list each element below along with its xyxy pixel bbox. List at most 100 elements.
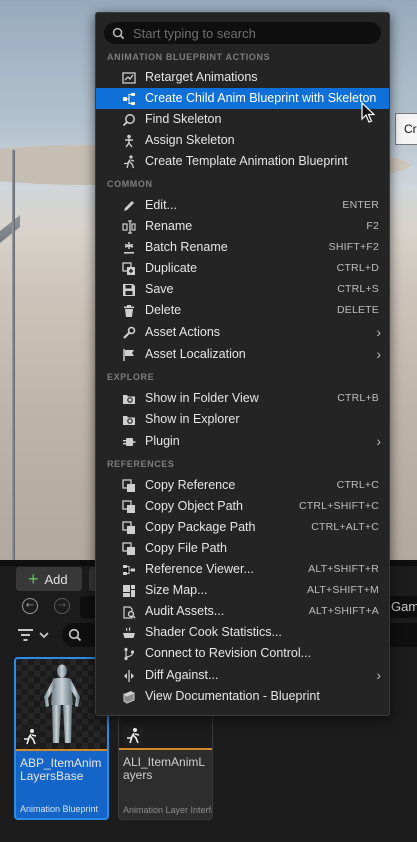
add-button-label: Add <box>44 571 68 587</box>
menu-item-view-documentation[interactable]: View Documentation - Blueprint <box>96 686 389 707</box>
light-pole <box>12 150 15 560</box>
path-bar-right <box>388 623 417 647</box>
menu-item-copy-reference[interactable]: Copy Reference CTRL+C <box>96 475 389 496</box>
chevron-right-icon: › <box>376 346 381 362</box>
asterisk-icon <box>121 240 136 255</box>
text-cursor-icon <box>121 219 136 234</box>
filter-icon[interactable] <box>18 627 54 643</box>
path-segment-game[interactable]: Gam <box>388 596 417 618</box>
floppy-icon <box>121 282 136 297</box>
menu-item-rename[interactable]: Rename F2 <box>96 216 389 237</box>
asset-type-label: Animation Blueprint <box>20 804 99 814</box>
menu-item-save[interactable]: Save CTRL+S <box>96 279 389 300</box>
shortcut-label: CTRL+B <box>337 392 379 404</box>
menu-item-duplicate[interactable]: Duplicate CTRL+D <box>96 258 389 279</box>
shortcut-label: ALT+SHIFT+M <box>306 584 379 596</box>
running-figure-icon <box>121 154 136 169</box>
book-icon <box>121 689 136 704</box>
copy-icon <box>121 520 136 535</box>
shortcut-label: CTRL+ALT+C <box>311 521 379 533</box>
asset-type-stripe <box>119 748 212 750</box>
copy-icon <box>121 499 136 514</box>
plugin-icon <box>121 434 136 449</box>
flag-icon <box>121 347 136 362</box>
menu-item-connect-revision-control[interactable]: Connect to Revision Control... <box>96 643 389 664</box>
menu-item-create-template-anim-blueprint[interactable]: Create Template Animation Blueprint <box>96 151 389 172</box>
section-header-common: COMMON <box>107 179 153 189</box>
asset-context-menu: ANIMATION BLUEPRINT ACTIONS Retarget Ani… <box>95 12 390 716</box>
menu-item-retarget-animations[interactable]: Retarget Animations <box>96 67 389 88</box>
menu-item-create-child-anim-blueprint[interactable]: Create Child Anim Blueprint with Skeleto… <box>96 88 389 109</box>
asset-type-stripe <box>16 749 107 751</box>
pencil-icon <box>121 198 136 213</box>
trash-icon <box>121 303 136 318</box>
shortcut-label: CTRL+D <box>336 262 379 274</box>
shortcut-label: ALT+SHIFT+A <box>308 605 379 617</box>
size-map-icon <box>121 583 136 598</box>
forward-arrow-icon[interactable]: → <box>54 598 70 614</box>
menu-item-delete[interactable]: Delete DELETE <box>96 300 389 321</box>
mouse-cursor-icon <box>361 102 375 123</box>
back-arrow-icon[interactable]: ← <box>22 598 38 614</box>
light-pole-arm <box>0 215 20 243</box>
chevron-right-icon: › <box>376 667 381 683</box>
mannequin-figure <box>44 664 80 743</box>
menu-item-copy-object-path[interactable]: Copy Object Path CTRL+SHIFT+C <box>96 496 389 517</box>
chevron-right-icon: › <box>376 433 381 449</box>
asset-name: ALI_ItemAnimLayers <box>123 755 206 782</box>
menu-item-show-in-explorer[interactable]: Show in Explorer <box>96 409 389 430</box>
tooltip: Cr <box>395 113 417 145</box>
retarget-icon <box>121 70 136 85</box>
section-header-references: REFERENCES <box>107 459 175 469</box>
menu-item-assign-skeleton[interactable]: Assign Skeleton <box>96 130 389 151</box>
copy-icon <box>121 541 136 556</box>
chevron-right-icon: › <box>376 324 381 340</box>
menu-item-asset-localization[interactable]: Asset Localization › <box>96 344 389 365</box>
add-button[interactable]: + Add <box>16 567 82 591</box>
shortcut-label: CTRL+SHIFT+C <box>299 500 379 512</box>
shortcut-label: F2 <box>366 220 379 232</box>
cooking-pot-icon <box>121 625 136 640</box>
section-header-anim-blueprint: ANIMATION BLUEPRINT ACTIONS <box>107 52 271 62</box>
skeleton-icon <box>121 133 136 148</box>
branch-icon <box>121 646 136 661</box>
menu-item-audit-assets[interactable]: Audit Assets... ALT+SHIFT+A <box>96 601 389 622</box>
graph-icon <box>121 562 136 577</box>
anim-layer-type-icon <box>123 726 143 746</box>
copy-icon <box>121 478 136 493</box>
anim-blueprint-type-icon <box>20 727 40 747</box>
menu-search-input[interactable] <box>133 25 373 41</box>
shortcut-label: ENTER <box>342 199 379 211</box>
menu-item-show-in-folder-view[interactable]: Show in Folder View CTRL+B <box>96 388 389 409</box>
shortcut-label: CTRL+C <box>336 479 379 491</box>
duplicate-icon <box>121 261 136 276</box>
menu-item-plugin[interactable]: Plugin › <box>96 431 389 452</box>
asset-type-label: Animation Layer Interface <box>123 805 212 815</box>
menu-item-batch-rename[interactable]: Batch Rename SHIFT+F2 <box>96 237 389 258</box>
menu-item-shader-cook-statistics[interactable]: Shader Cook Statistics... <box>96 622 389 643</box>
section-header-explore: EXPLORE <box>107 372 155 382</box>
hierarchy-icon <box>121 91 136 106</box>
menu-item-copy-file-path[interactable]: Copy File Path <box>96 538 389 559</box>
magnifier-icon <box>121 112 136 127</box>
shortcut-label: CTRL+S <box>337 283 379 295</box>
menu-item-size-map[interactable]: Size Map... ALT+SHIFT+M <box>96 580 389 601</box>
shortcut-label: ALT+SHIFT+R <box>308 563 379 575</box>
wrench-icon <box>121 325 136 340</box>
menu-search-box[interactable] <box>104 22 381 44</box>
menu-item-copy-package-path[interactable]: Copy Package Path CTRL+ALT+C <box>96 517 389 538</box>
audit-icon <box>121 604 136 619</box>
folder-search-icon <box>121 391 136 406</box>
shortcut-label: SHIFT+F2 <box>328 241 379 253</box>
menu-item-edit[interactable]: Edit... ENTER <box>96 195 389 216</box>
search-icon <box>68 628 82 642</box>
diff-icon <box>121 668 136 683</box>
menu-item-find-skeleton[interactable]: Find Skeleton <box>96 109 389 130</box>
asset-name: ABP_ItemAnimLayersBase <box>20 756 102 783</box>
menu-item-reference-viewer[interactable]: Reference Viewer... ALT+SHIFT+R <box>96 559 389 580</box>
menu-item-asset-actions[interactable]: Asset Actions › <box>96 322 389 343</box>
menu-item-diff-against[interactable]: Diff Against... › <box>96 665 389 686</box>
search-icon <box>112 27 125 39</box>
shortcut-label: DELETE <box>336 304 379 316</box>
plus-icon: + <box>28 569 39 589</box>
